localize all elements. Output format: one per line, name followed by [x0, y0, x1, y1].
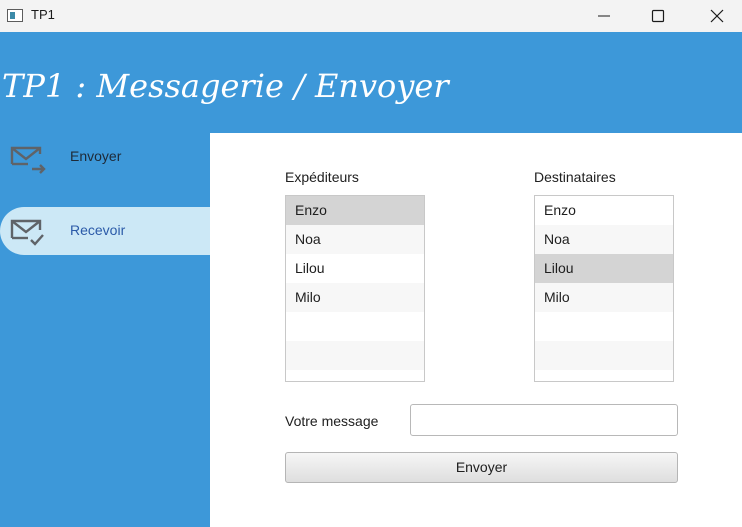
- list-item[interactable]: Milo: [286, 283, 424, 312]
- close-button[interactable]: [694, 0, 740, 32]
- list-item[interactable]: Noa: [535, 225, 673, 254]
- empty-row: [286, 341, 424, 370]
- list-item[interactable]: Lilou: [535, 254, 673, 283]
- empty-row: [535, 370, 673, 381]
- main-content: Expéditeurs Destinataires Enzo Noa Lilou…: [210, 133, 742, 527]
- recipients-label: Destinataires: [534, 169, 616, 185]
- empty-row: [286, 312, 424, 341]
- senders-label: Expéditeurs: [285, 169, 359, 185]
- maximize-icon: [651, 9, 665, 23]
- page-title: TP1 : Messagerie / Envoyer: [2, 67, 449, 105]
- senders-list[interactable]: Enzo Noa Lilou Milo: [285, 195, 425, 382]
- window-title: TP1: [31, 7, 55, 22]
- sidebar-item-label: Envoyer: [70, 148, 122, 164]
- list-item[interactable]: Enzo: [535, 196, 673, 225]
- maximize-button[interactable]: [635, 0, 681, 32]
- minimize-button[interactable]: [581, 0, 627, 32]
- empty-row: [535, 341, 673, 370]
- sidebar-item-recevoir[interactable]: Recevoir: [0, 207, 210, 255]
- message-input[interactable]: [410, 404, 678, 436]
- app-icon: [7, 9, 23, 22]
- empty-row: [286, 370, 424, 381]
- list-item[interactable]: Milo: [535, 283, 673, 312]
- close-icon: [710, 9, 724, 23]
- message-label: Votre message: [285, 413, 379, 429]
- empty-row: [535, 312, 673, 341]
- recipients-list[interactable]: Enzo Noa Lilou Milo: [534, 195, 674, 382]
- window-titlebar: TP1: [0, 0, 742, 32]
- list-item[interactable]: Lilou: [286, 254, 424, 283]
- list-item[interactable]: Enzo: [286, 196, 424, 225]
- send-button[interactable]: Envoyer: [285, 452, 678, 483]
- minimize-icon: [598, 15, 610, 17]
- sidebar-item-label: Recevoir: [70, 222, 126, 238]
- mail-check-icon: [10, 219, 44, 246]
- sidebar: Envoyer Recevoir: [0, 133, 210, 527]
- sidebar-item-envoyer[interactable]: Envoyer: [0, 133, 210, 181]
- app-header: TP1 : Messagerie / Envoyer: [0, 32, 742, 133]
- list-item[interactable]: Noa: [286, 225, 424, 254]
- mail-send-icon: [10, 146, 46, 174]
